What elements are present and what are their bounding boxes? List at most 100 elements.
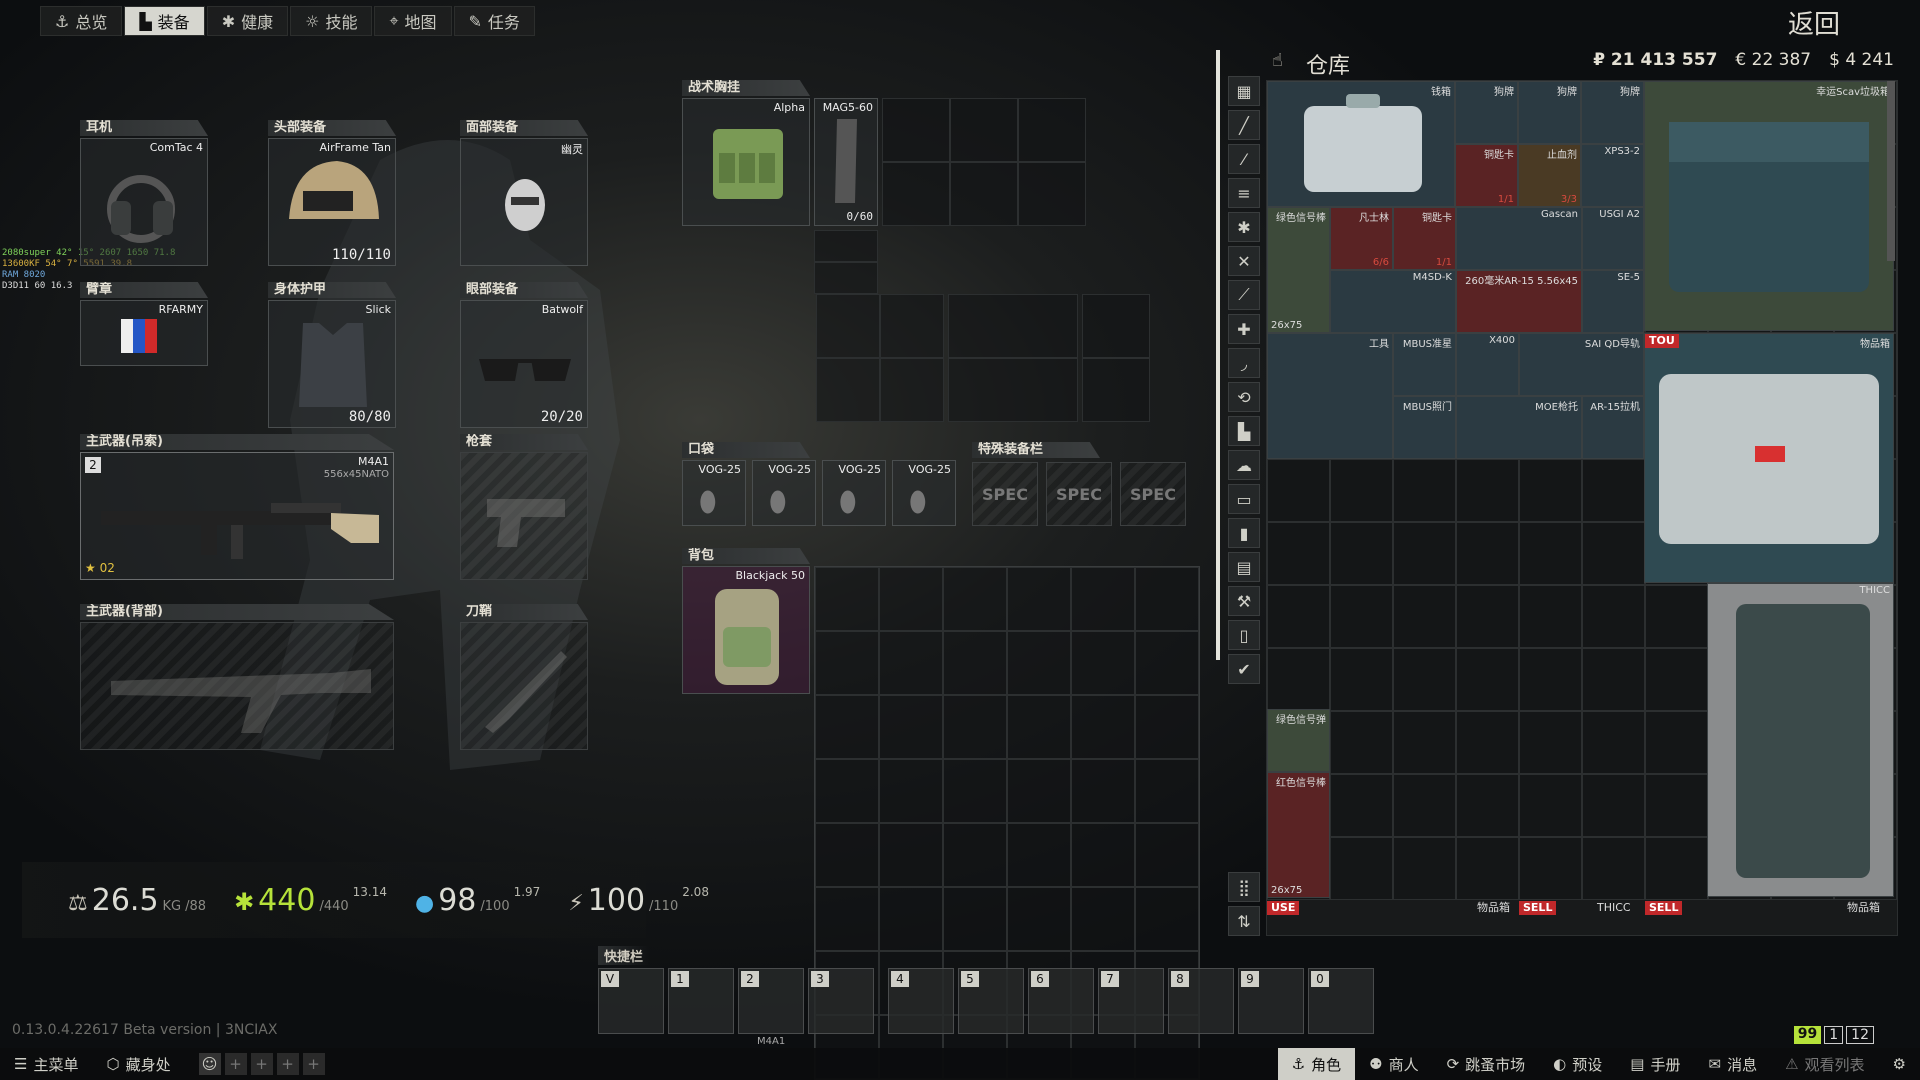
stash-cell[interactable]: [1393, 711, 1456, 774]
quickbar-slot[interactable]: 2: [738, 968, 804, 1034]
backpack-cell[interactable]: [1007, 759, 1071, 823]
backpack-cell[interactable]: [1007, 887, 1071, 951]
backpack-cell[interactable]: [1135, 823, 1199, 887]
flashlight-item[interactable]: XPS3-2: [1581, 144, 1644, 207]
rig-cell[interactable]: [1018, 162, 1086, 226]
tab-skills[interactable]: ☼ 技能: [290, 6, 373, 36]
stash-cell[interactable]: [1456, 711, 1519, 774]
stash-cell[interactable]: [1267, 585, 1330, 648]
quickbar-slot[interactable]: 4: [888, 968, 954, 1034]
grenade-filter-icon[interactable]: ⟋: [1228, 280, 1260, 310]
stash-cell[interactable]: [1330, 711, 1393, 774]
barter-filter-icon[interactable]: ⟲: [1228, 382, 1260, 412]
stash-cell[interactable]: [1645, 774, 1708, 837]
traders-button[interactable]: ⚉ 商人: [1355, 1048, 1432, 1080]
info-filter-icon[interactable]: ▤: [1228, 552, 1260, 582]
rig-cell[interactable]: [1018, 98, 1086, 162]
backpack-cell[interactable]: [879, 695, 943, 759]
rig-cell[interactable]: [950, 162, 1018, 226]
dogtag-item[interactable]: 狗牌: [1518, 81, 1581, 144]
scabbard-slot[interactable]: [460, 622, 588, 750]
hemostat-item[interactable]: 止血剂 3/3: [1518, 144, 1581, 207]
toolset-item[interactable]: 工具: [1267, 333, 1393, 459]
stash-cell[interactable]: [1393, 837, 1456, 900]
rig-cell[interactable]: [880, 358, 944, 422]
stash-cell[interactable]: [1456, 522, 1519, 585]
front-sight-item[interactable]: MBUS准星: [1393, 333, 1456, 396]
pocket-slot[interactable]: VOG-25 ⬮: [822, 460, 886, 526]
backpack-cell[interactable]: [879, 567, 943, 631]
quickbar-slot[interactable]: V: [598, 968, 664, 1034]
stash-cell[interactable]: [1645, 837, 1708, 900]
character-button[interactable]: ⚓ 角色: [1277, 1048, 1356, 1080]
back-button[interactable]: 返回: [1788, 4, 1840, 41]
rear-sight-item[interactable]: MBUS照门: [1393, 396, 1456, 459]
hideout-button[interactable]: ⬡ 藏身处: [92, 1048, 184, 1080]
pocket-slot[interactable]: VOG-25 ⬮: [752, 460, 816, 526]
rig-cell[interactable]: [882, 98, 950, 162]
stash-cell[interactable]: [1519, 837, 1582, 900]
stash-cell[interactable]: [1393, 774, 1456, 837]
stash-cell[interactable]: [1330, 648, 1393, 711]
stash-cell[interactable]: [1645, 648, 1708, 711]
thicc-case-item[interactable]: THICC: [1707, 583, 1894, 897]
special-slot[interactable]: SPEC: [972, 462, 1038, 526]
dogtag-item[interactable]: 狗牌: [1581, 81, 1644, 144]
quest-filter-icon[interactable]: ✔: [1228, 654, 1260, 684]
backpack-cell[interactable]: [943, 887, 1007, 951]
tab-tasks[interactable]: ✎ 任务: [453, 6, 535, 36]
money-case-item[interactable]: 钱箱: [1267, 81, 1455, 207]
watchlist-button[interactable]: ⚠ 观看列表: [1771, 1048, 1878, 1080]
backpack-cell[interactable]: [943, 631, 1007, 695]
flare-item[interactable]: 绿色信号弹: [1267, 709, 1330, 772]
containers-filter-icon[interactable]: ▭: [1228, 484, 1260, 514]
tab-health[interactable]: ✱ 健康: [206, 6, 289, 36]
stash-cell[interactable]: [1519, 522, 1582, 585]
stash-cell[interactable]: [1519, 648, 1582, 711]
stash-cell[interactable]: [1645, 585, 1708, 648]
barrel-item[interactable]: 260毫米AR-15 5.56x45: [1456, 270, 1582, 333]
meds-filter-icon[interactable]: ✚: [1228, 314, 1260, 344]
sell-tag[interactable]: SELL: [1645, 901, 1683, 915]
stash-cell[interactable]: [1645, 711, 1708, 774]
rig-cell[interactable]: [1082, 294, 1150, 358]
tab-map[interactable]: ⌖ 地图: [374, 6, 452, 36]
stash-cell[interactable]: [1330, 774, 1393, 837]
backpack-cell[interactable]: [1007, 567, 1071, 631]
grid-view-icon[interactable]: ⣿: [1228, 872, 1260, 902]
all-items-filter-icon[interactable]: ▦: [1228, 76, 1260, 106]
stash-cell[interactable]: [1393, 459, 1456, 522]
armband-slot[interactable]: RFARMY: [80, 300, 208, 366]
dogtag-item[interactable]: 狗牌: [1455, 81, 1518, 144]
stash-cell[interactable]: [1582, 459, 1645, 522]
backpack-cell[interactable]: [1135, 887, 1199, 951]
backpack-cell[interactable]: [1007, 823, 1071, 887]
backpack-cell[interactable]: [943, 823, 1007, 887]
backpack-cell[interactable]: [1135, 695, 1199, 759]
tactical-light-item[interactable]: X400: [1456, 333, 1519, 396]
headwear-slot[interactable]: AirFrame Tan 110/110: [268, 138, 396, 266]
quickbar-slot[interactable]: 3: [808, 968, 874, 1034]
stash-cell[interactable]: [1582, 522, 1645, 585]
special-filter-icon[interactable]: ▯: [1228, 620, 1260, 650]
backpack-cell[interactable]: [879, 823, 943, 887]
stash-cell[interactable]: [1330, 585, 1393, 648]
stash-scrollbar[interactable]: [1887, 81, 1895, 261]
ammo-filter-icon[interactable]: ⁄: [1228, 144, 1260, 174]
backpack-cell[interactable]: [879, 887, 943, 951]
quickbar-slot[interactable]: 7: [1098, 968, 1164, 1034]
keys-filter-icon[interactable]: ▮: [1228, 518, 1260, 548]
primary-back-slot[interactable]: [80, 622, 394, 750]
main-menu-button[interactable]: ☰ 主菜单: [0, 1048, 92, 1080]
stash-cell[interactable]: [1582, 774, 1645, 837]
rig-cell[interactable]: [950, 98, 1018, 162]
stash-cell[interactable]: [1456, 459, 1519, 522]
backpack-cell[interactable]: [1071, 823, 1135, 887]
backpack-cell[interactable]: [1135, 567, 1199, 631]
backpack-cell[interactable]: [1007, 695, 1071, 759]
sell-tag[interactable]: SELL: [1519, 901, 1557, 915]
backpack-cell[interactable]: [1007, 631, 1071, 695]
rig-cell[interactable]: [948, 358, 1078, 422]
stash-cell[interactable]: [1519, 585, 1582, 648]
vaseline-item[interactable]: 凡士林 6/6: [1330, 207, 1393, 270]
